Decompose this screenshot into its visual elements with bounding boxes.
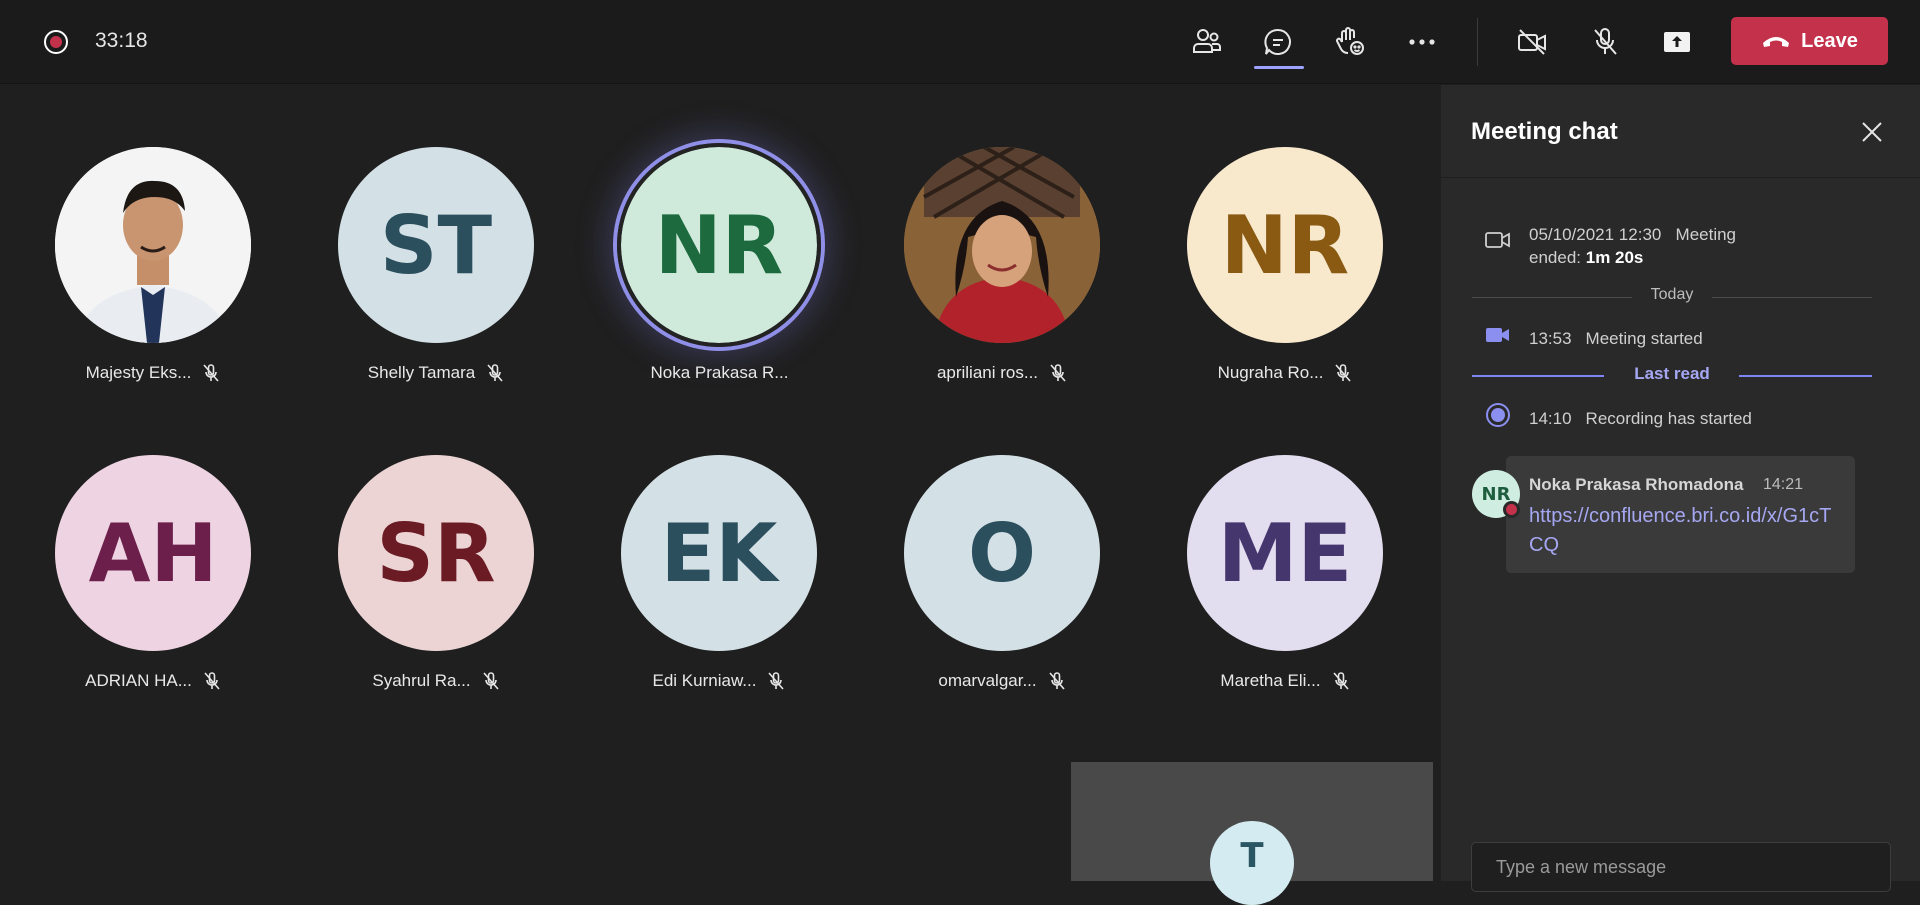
recording-indicator-icon [44, 30, 68, 54]
hang-up-icon [1763, 37, 1790, 47]
mic-off-icon[interactable] [1585, 22, 1625, 62]
participant-name: Edi Kurniaw... [652, 671, 757, 690]
participant-name: Majesty Eks... [85, 363, 192, 382]
message-input[interactable] [1472, 843, 1890, 891]
participant-name-row: Maretha Eli... [1144, 671, 1427, 691]
self-video-tile[interactable]: T [1071, 762, 1433, 905]
event-text: ended: [1529, 248, 1581, 267]
participant-name: ADRIAN HA... [85, 671, 192, 690]
participant-tile[interactable]: NR Noka Prakasa R... [578, 85, 861, 385]
event-time: 05/10/2021 12:30 [1529, 225, 1662, 244]
date-divider-label: Today [1650, 286, 1694, 303]
participant-name-row: Syahrul Ra... [295, 671, 578, 691]
mic-muted-icon [201, 363, 221, 383]
share-screen-icon[interactable] [1657, 22, 1697, 62]
divider-line [1739, 375, 1872, 377]
event-time: 13:53 [1529, 329, 1572, 348]
participant-tile[interactable]: AH ADRIAN HA... [12, 393, 295, 693]
event-text: Meeting started [1585, 329, 1703, 348]
speaking-ring-gap [617, 143, 821, 347]
event-time: 14:10 [1529, 409, 1572, 428]
video-camera-filled-icon [1486, 328, 1509, 342]
raise-hand-reactions-icon[interactable] [1330, 22, 1370, 62]
avatar: ME [1187, 455, 1383, 651]
close-icon[interactable] [1858, 118, 1886, 146]
camera-off-icon[interactable] [1512, 22, 1552, 62]
mic-muted-icon [1047, 671, 1067, 691]
message-time: 14:21 [1763, 476, 1804, 493]
date-divider: Today [1472, 285, 1872, 309]
chat-panel-title: Meeting chat [1471, 118, 1618, 145]
participant-gallery: T Majesty Eks... ST Shelly Tamara NR Noka Pr… [0, 85, 1440, 905]
participant-name: Noka Prakasa R... [650, 363, 789, 382]
participant-name: Nugraha Ro... [1217, 363, 1324, 382]
participant-name: apriliani ros... [936, 363, 1039, 382]
message-link[interactable]: https://confluence.bri.co.id/x/G1cTCQ [1529, 502, 1839, 560]
participant-name-row: Nugraha Ro... [1144, 363, 1427, 383]
participant-name-row: ADRIAN HA... [12, 671, 295, 691]
participant-tile[interactable]: ST Shelly Tamara [295, 85, 578, 385]
avatar [904, 147, 1100, 343]
participant-name-row: Noka Prakasa R... [578, 363, 861, 383]
participant-tile[interactable]: Majesty Eks... [12, 85, 295, 385]
self-avatar: T [1210, 821, 1294, 905]
mic-muted-icon [766, 671, 786, 691]
chat-icon[interactable] [1258, 22, 1298, 62]
participant-name-row: Shelly Tamara [295, 363, 578, 383]
participant-name: Syahrul Ra... [372, 671, 471, 690]
mic-muted-icon [202, 671, 222, 691]
toolbar-separator [1477, 18, 1478, 66]
participant-tile[interactable]: ME Maretha Eli... [1144, 393, 1427, 693]
meeting-started-event: 13:53 Meeting started [1529, 327, 1703, 350]
presence-badge [1503, 501, 1520, 518]
leave-button[interactable]: Leave [1731, 17, 1888, 65]
event-text: Recording has started [1585, 409, 1752, 428]
avatar: AH [55, 455, 251, 651]
avatar [55, 147, 251, 343]
chat-tab-active-indicator [1254, 66, 1304, 69]
participant-name-row: Edi Kurniaw... [578, 671, 861, 691]
mic-muted-icon [1048, 363, 1068, 383]
mic-muted-icon [1331, 671, 1351, 691]
participant-name: Shelly Tamara [367, 363, 476, 382]
avatar: NR [1187, 147, 1383, 343]
divider-line [1712, 297, 1872, 298]
recording-started-event: 14:10 Recording has started [1529, 407, 1752, 430]
avatar: SR [338, 455, 534, 651]
participant-name-row: Majesty Eks... [12, 363, 295, 383]
mic-muted-icon [485, 363, 505, 383]
participant-tile[interactable]: EK Edi Kurniaw... [578, 393, 861, 693]
recording-icon [1486, 403, 1510, 427]
avatar: EK [621, 455, 817, 651]
participant-name-row: omarvalgar... [861, 671, 1144, 691]
people-icon[interactable] [1187, 22, 1227, 62]
meeting-ended-event: 05/10/2021 12:30 Meeting ended: 1m 20s [1529, 223, 1809, 269]
message-sender: Noka Prakasa Rhomadona [1529, 475, 1744, 494]
meeting-duration: 1m 20s [1585, 248, 1644, 267]
chat-header-divider [1441, 177, 1920, 178]
meeting-chat-panel: Meeting chat 05/10/2021 12:30 Meeting en… [1440, 85, 1920, 892]
video-camera-outline-icon [1485, 232, 1510, 248]
avatar: O [904, 455, 1100, 651]
mic-muted-icon [481, 671, 501, 691]
event-text: Meeting [1675, 225, 1737, 244]
participant-tile[interactable]: NR Nugraha Ro... [1144, 85, 1427, 385]
leave-label: Leave [1801, 29, 1858, 52]
participant-tile[interactable]: SR Syahrul Ra... [295, 393, 578, 693]
last-read-label: Last read [1634, 364, 1710, 383]
avatar: ST [338, 147, 534, 343]
chat-message[interactable]: Noka Prakasa Rhomadona 14:21 https://con… [1506, 456, 1855, 573]
participant-name: Maretha Eli... [1220, 671, 1321, 690]
more-options-icon[interactable] [1402, 22, 1442, 62]
last-read-divider: Last read [1472, 364, 1872, 388]
participant-tile[interactable]: Oomarvalgar... [861, 393, 1144, 693]
message-composer [1471, 842, 1891, 892]
meeting-toolbar: 33:18 Leave [0, 0, 1920, 84]
participant-tile[interactable]: apriliani ros... [861, 85, 1144, 385]
meeting-timer: 33:18 [95, 29, 148, 52]
participant-name-row: apriliani ros... [861, 363, 1144, 383]
participant-name: omarvalgar... [938, 671, 1037, 690]
mic-muted-icon [1333, 363, 1353, 383]
